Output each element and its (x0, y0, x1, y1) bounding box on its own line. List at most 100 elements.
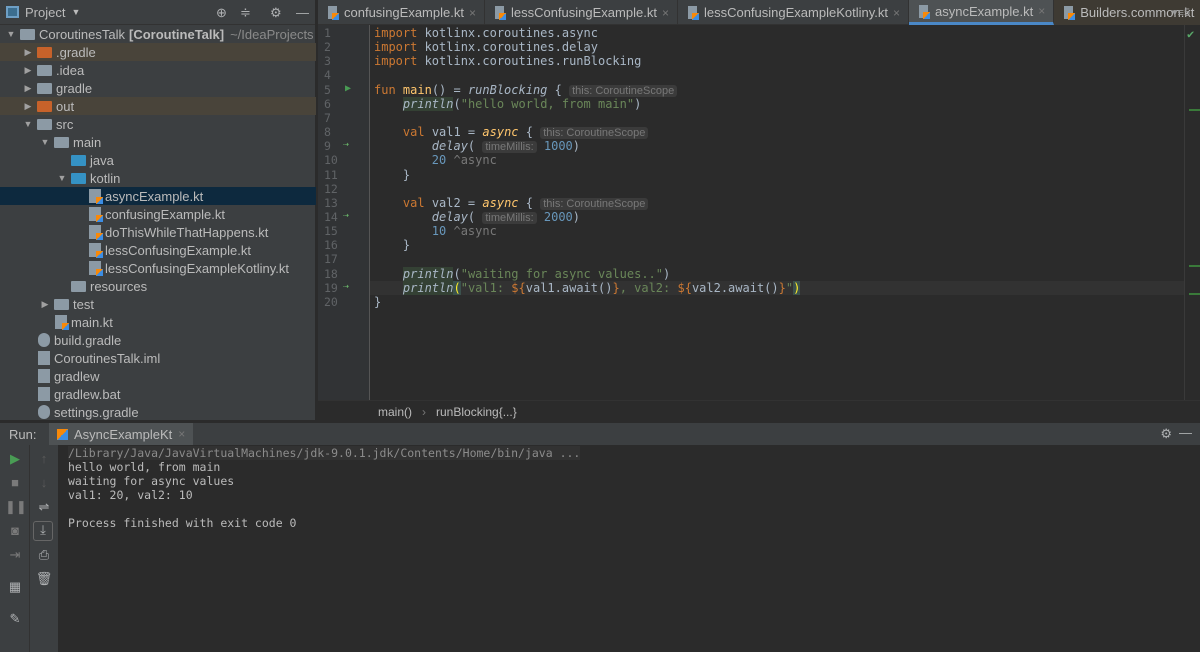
tree-item[interactable]: ▼CoroutinesTalk[CoroutineTalk]~/IdeaProj… (0, 25, 316, 43)
close-icon[interactable]: × (893, 6, 900, 20)
down-arrow-icon[interactable]: ↓ (34, 475, 54, 490)
line-number: 17 (324, 252, 344, 266)
tree-item[interactable]: confusingExample.kt (0, 205, 316, 223)
module-name: [CoroutineTalk] (129, 27, 224, 42)
code-token (374, 281, 403, 295)
tree-item-label: gradle (56, 81, 92, 96)
code-token: 2000 (537, 210, 573, 224)
tab-label: asyncExample.kt (935, 4, 1033, 19)
kotlin-file-icon (89, 261, 101, 275)
tree-item[interactable]: ▶.idea (0, 61, 316, 79)
collapsed-arrow-icon[interactable]: ▶ (21, 101, 35, 112)
code-editor[interactable]: 12345▶6789⇢1011121314⇢1516171819⇢20 ✔ im… (318, 25, 1200, 400)
tree-item[interactable]: asyncExample.kt (0, 187, 316, 205)
exit-icon[interactable]: ⇥ (5, 547, 25, 563)
gear-icon[interactable]: ⚙ (1160, 426, 1172, 442)
code-token: , val2: (620, 281, 678, 295)
line-number: 13 (324, 196, 344, 210)
tree-item-label: settings.gradle (54, 405, 139, 420)
tree-item[interactable]: ▶ gradle (0, 79, 316, 97)
editor-tab[interactable]: lessConfusingExampleKotliny.kt× (678, 0, 909, 25)
tree-item-label: java (90, 153, 114, 168)
tree-item[interactable]: ▼kotlin (0, 169, 316, 187)
code-token: () = (432, 83, 468, 97)
collapsed-arrow-icon[interactable]: ▶ (21, 47, 35, 58)
code-token (374, 224, 432, 238)
editor-tab[interactable]: lessConfusingExample.kt× (485, 0, 678, 25)
editor-tab[interactable]: asyncExample.kt × (909, 0, 1054, 25)
breadcrumb-item[interactable]: main() (378, 405, 412, 419)
close-icon[interactable]: × (1038, 4, 1045, 18)
run-panel-header: Run: AsyncExampleKt × ⚙ — (0, 422, 1200, 445)
soft-wrap-icon[interactable]: ⇌ (34, 499, 54, 515)
code-token: "waiting for async values.." (461, 267, 663, 281)
code-token: 20 (432, 153, 446, 167)
print-icon[interactable]: ⎙ (34, 547, 54, 563)
tree-item[interactable]: ▶out (0, 97, 316, 115)
tree-item[interactable]: doThisWhileThatHappens.kt (0, 223, 316, 241)
layout-icon[interactable]: ▦ (5, 579, 25, 595)
tree-item[interactable]: ▶.gradle (0, 43, 316, 61)
close-icon[interactable]: × (662, 6, 669, 20)
tree-item[interactable]: ▶test (0, 295, 316, 313)
code-line: } (374, 238, 410, 252)
console-output[interactable]: /Library/Java/JavaVirtualMachines/jdk-9.… (58, 445, 1200, 652)
target-icon[interactable]: ⊕ (216, 5, 227, 21)
breadcrumb-item[interactable]: runBlocking{...} (436, 405, 517, 419)
run-tab[interactable]: AsyncExampleKt × (49, 423, 193, 446)
tree-item[interactable]: resources (0, 277, 316, 295)
run-gutter-icon[interactable]: ▶ (345, 83, 351, 94)
minimize-icon[interactable]: — (296, 5, 309, 20)
tree-item[interactable]: ▼main (0, 133, 316, 151)
tree-item[interactable]: CoroutinesTalk.iml (0, 349, 316, 367)
expanded-arrow-icon[interactable]: ▼ (4, 29, 18, 39)
collapse-icon[interactable]: ≑ (240, 5, 251, 21)
editor-scrollbar[interactable]: ✔ (1184, 25, 1200, 400)
expanded-arrow-icon[interactable]: ▼ (38, 137, 52, 147)
close-icon[interactable]: × (178, 427, 185, 441)
gear-icon[interactable]: ⚙ (270, 5, 282, 21)
code-token: "hello world, from main" (461, 97, 634, 111)
tree-item[interactable]: build.gradle (0, 331, 316, 349)
line-number: 19 (324, 281, 344, 295)
kotlin-file-icon (919, 5, 928, 18)
parameter-hint: this: CoroutineScope (540, 127, 648, 139)
close-icon[interactable]: × (469, 6, 476, 20)
suspend-call-icon: ⇢ (343, 281, 349, 292)
code-token: kotlinx.coroutines.runBlocking (425, 54, 642, 68)
minimize-icon[interactable]: — (1179, 425, 1192, 440)
tab-label: confusingExample.kt (344, 5, 464, 20)
pause-icon[interactable]: ❚❚ (5, 499, 25, 515)
project-view-selector[interactable]: Project (25, 5, 65, 20)
code-token: 1000 (537, 139, 573, 153)
suspend-call-icon: ⇢ (343, 139, 349, 150)
code-line: } (374, 168, 410, 182)
tree-item[interactable]: lessConfusingExampleKotliny.kt (0, 259, 316, 277)
editor-tab[interactable]: confusingExample.kt × (318, 0, 485, 25)
line-number: 16 (324, 238, 344, 252)
expanded-arrow-icon[interactable]: ▼ (55, 173, 69, 183)
scroll-to-end-icon[interactable]: ⤓ (33, 521, 53, 541)
tree-item[interactable]: ▼src (0, 115, 316, 133)
up-arrow-icon[interactable]: ↑ (34, 451, 54, 466)
trash-icon[interactable]: 🗑 (34, 571, 54, 587)
run-tab-label: AsyncExampleKt (74, 427, 172, 442)
tree-item[interactable]: lessConfusingExample.kt (0, 241, 316, 259)
collapsed-arrow-icon[interactable]: ▶ (21, 83, 35, 94)
collapsed-arrow-icon[interactable]: ▶ (21, 65, 35, 76)
chevron-down-icon[interactable]: ▼ (71, 7, 80, 17)
tree-item[interactable]: java (0, 151, 316, 169)
tree-item[interactable]: settings.gradle (0, 403, 316, 421)
tree-item[interactable]: gradlew (0, 367, 316, 385)
stop-icon[interactable]: ■ (5, 475, 25, 490)
expanded-arrow-icon[interactable]: ▼ (21, 119, 35, 129)
pin-icon[interactable]: ✎ (5, 611, 25, 627)
rerun-icon[interactable]: ▶ (5, 451, 25, 467)
collapsed-arrow-icon[interactable]: ▶ (38, 299, 52, 310)
code-token: ^async (446, 224, 497, 238)
tab-overflow-button[interactable]: ▾≡5 (1172, 6, 1190, 19)
tree-item[interactable]: main.kt (0, 313, 316, 331)
tree-item[interactable]: gradlew.bat (0, 385, 316, 403)
camera-icon[interactable]: ◙ (5, 523, 25, 538)
line-number: 10 (324, 153, 344, 167)
